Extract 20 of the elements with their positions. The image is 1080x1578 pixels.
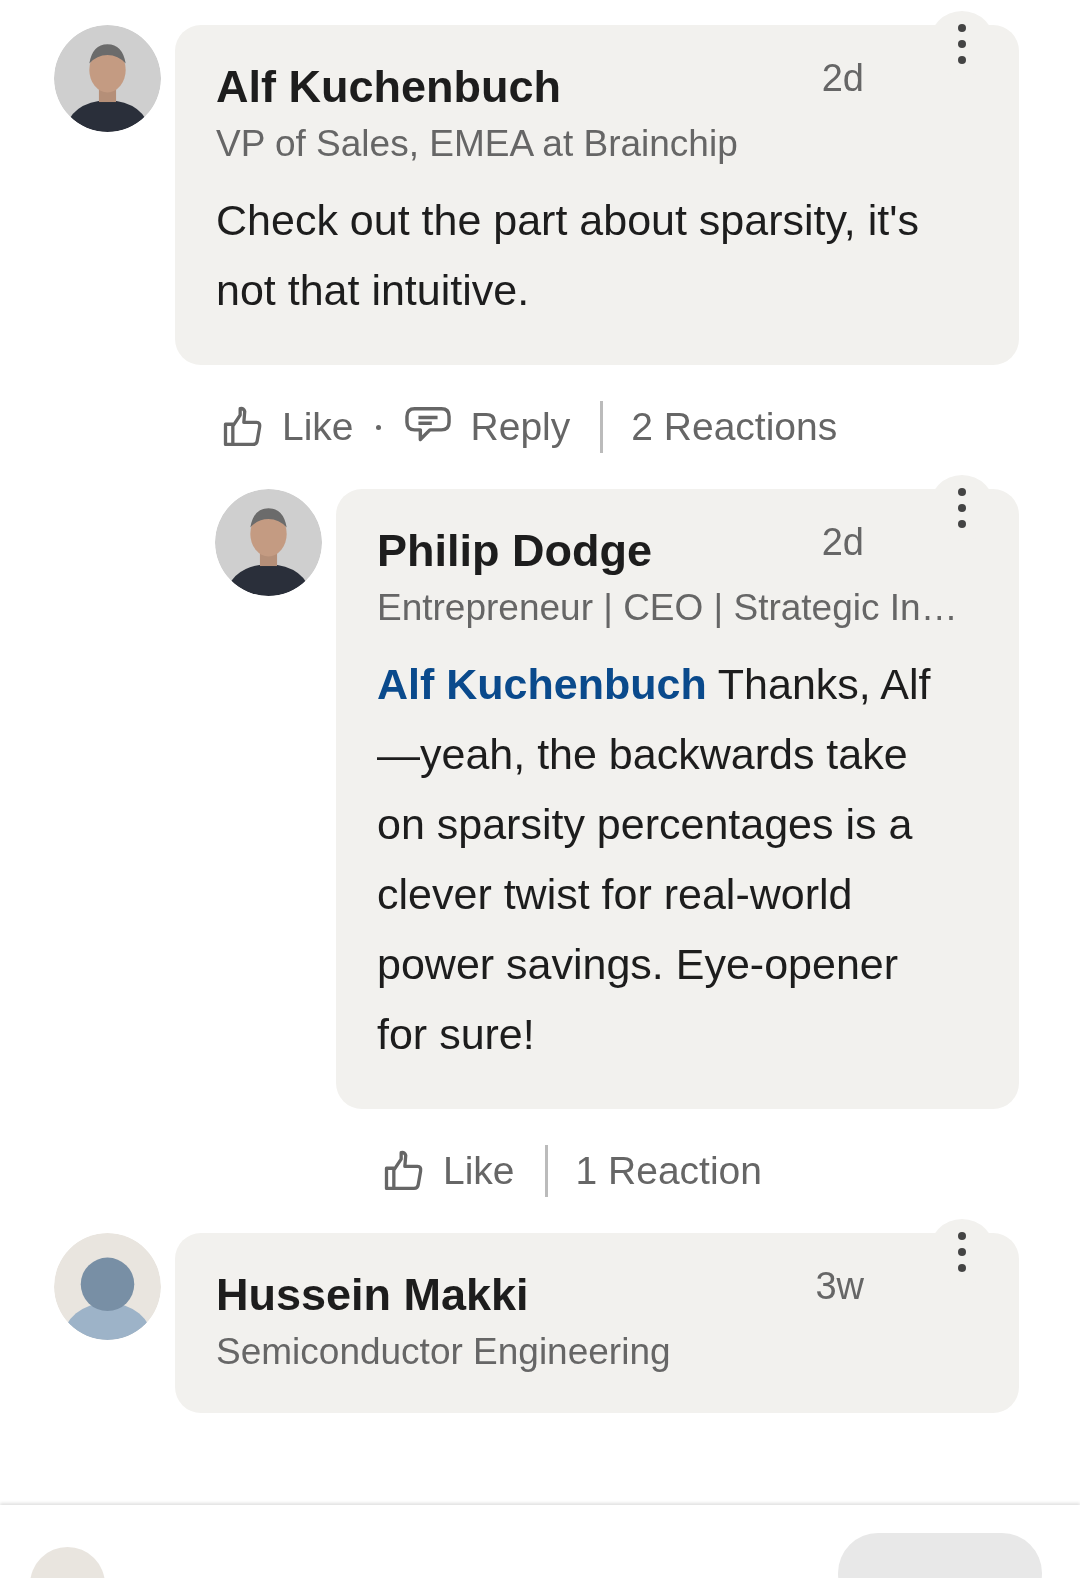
more-icon — [957, 23, 967, 65]
comment-time: 2d — [821, 56, 864, 100]
mention-link[interactable]: Alf Kuchenbuch — [377, 660, 707, 708]
author-headline: Entrepreneur | CEO | Strategic In… — [377, 587, 959, 629]
more-icon — [957, 487, 967, 529]
like-button[interactable]: Like — [220, 404, 354, 450]
author-name[interactable]: Alf Kuchenbuch — [216, 53, 822, 113]
author-headline: VP of Sales, EMEA at Brainchip — [216, 123, 739, 165]
comment-text: Alf Kuchenbuch Thanks, Alf—yeah, the backwards take on sparsity percentages is a clever twist for real-world power savings. Eye-opener for sure! — [377, 659, 932, 1060]
reply-button[interactable]: Reply — [402, 405, 571, 449]
comment-text: Check out the part about sparsity, it's not that intuitive. — [216, 195, 920, 316]
reactions-link[interactable]: 1 Reaction — [575, 1149, 762, 1193]
author-name[interactable]: Philip Dodge — [377, 517, 822, 577]
more-icon — [957, 1231, 967, 1273]
like-button[interactable]: Like — [381, 1148, 515, 1194]
reactions-link[interactable]: 2 Reactions — [631, 405, 838, 449]
author-headline: Semiconductor Engineering — [216, 1331, 672, 1373]
comment-time: 2d — [821, 520, 864, 564]
comment-time: 3w — [815, 1264, 864, 1308]
author-name[interactable]: Hussein Makki — [216, 1261, 816, 1321]
